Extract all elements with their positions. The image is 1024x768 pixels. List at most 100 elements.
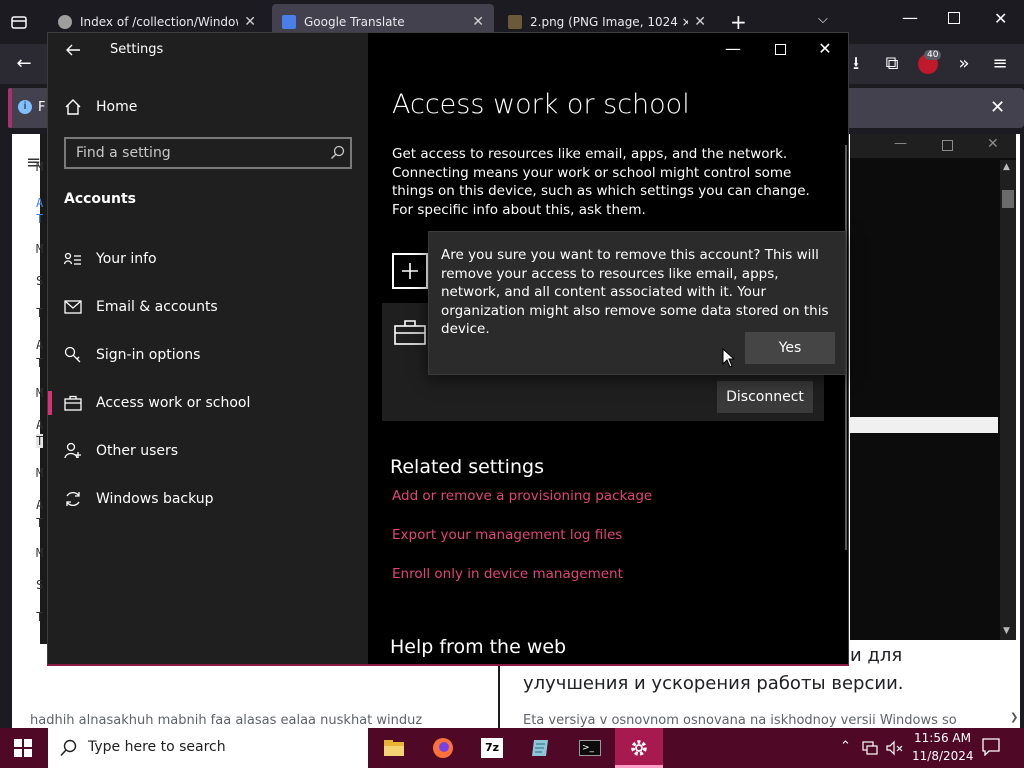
- tab-overview-icon[interactable]: [10, 13, 28, 31]
- related-settings-title: Related settings: [390, 456, 544, 478]
- russian-text-line-1: и для: [850, 645, 903, 666]
- strip-letter: S: [36, 274, 44, 288]
- connect-plus-button[interactable]: [392, 253, 428, 289]
- firefox-icon[interactable]: [419, 728, 467, 768]
- close-notification-icon[interactable]: ✕: [990, 97, 1005, 118]
- close-tab-icon[interactable]: ✕: [244, 14, 256, 30]
- close-window-icon[interactable]: ✕: [802, 33, 848, 65]
- translate-favicon-icon: [282, 15, 296, 29]
- key-icon: [64, 346, 82, 364]
- nav-other-users[interactable]: Other users: [48, 427, 368, 475]
- gear-favicon-icon: [58, 15, 72, 29]
- strip-letter: M: [36, 242, 44, 256]
- new-tab-icon[interactable]: +: [730, 10, 747, 34]
- strip-letter: M: [36, 160, 44, 174]
- section-label-accounts: Accounts: [64, 191, 137, 207]
- find-setting-input[interactable]: Find a setting: [64, 137, 352, 169]
- console-minimize-icon[interactable]: —: [894, 136, 907, 151]
- active-indicator: [48, 391, 52, 415]
- back-arrow-icon[interactable]: ←: [12, 52, 36, 76]
- close-tab-icon[interactable]: ✕: [472, 14, 484, 30]
- settings-window-border-accent: [47, 664, 849, 666]
- notepad-icon[interactable]: [517, 728, 565, 768]
- page-description: Get access to resources like email, apps…: [392, 146, 810, 218]
- strip-letter: T: [36, 434, 44, 448]
- window-title: Settings: [110, 42, 164, 57]
- console-scrollbar[interactable]: [1000, 160, 1016, 640]
- briefcase-account-icon: [394, 319, 426, 349]
- nav-access-work-school[interactable]: Access work or school: [48, 379, 368, 427]
- strip-letter: M: [36, 546, 44, 560]
- tab-title: Google Translate: [304, 15, 405, 29]
- console-maximize-icon[interactable]: [942, 140, 953, 151]
- console-close-icon[interactable]: ✕: [987, 136, 999, 152]
- minimize-window-icon[interactable]: —: [710, 33, 756, 65]
- strip-letter: M: [36, 386, 44, 400]
- nav-sign-in-options[interactable]: Sign-in options: [48, 331, 368, 379]
- minimize-browser-icon[interactable]: —: [902, 8, 918, 27]
- plus-icon: [402, 263, 418, 279]
- strip-letter: A: [36, 498, 44, 512]
- info-icon: i: [18, 100, 32, 114]
- console-scroll-up-icon[interactable]: ▲: [1003, 162, 1010, 172]
- strip-letter: T: [36, 306, 44, 320]
- home-icon: [64, 98, 82, 116]
- close-tab-icon[interactable]: ✕: [694, 14, 706, 30]
- search-icon: [330, 145, 346, 165]
- strip-letter: T: [36, 356, 44, 370]
- strip-letter: S: [36, 578, 44, 592]
- file-explorer-icon[interactable]: [370, 728, 418, 768]
- maximize-window-icon[interactable]: [775, 44, 786, 55]
- 7zip-icon[interactable]: 7z: [468, 728, 516, 768]
- nav-label: Windows backup: [96, 491, 214, 507]
- hamburger-menu-icon[interactable]: ≡: [988, 52, 1012, 76]
- extensions-puzzle-icon[interactable]: ⧉: [880, 52, 904, 76]
- dialog-message: Are you sure you want to remove this acc…: [441, 247, 829, 338]
- settings-gear-icon[interactable]: [615, 728, 663, 768]
- taskbar-search-placeholder: Type here to search: [88, 739, 226, 755]
- russian-text-line-2: улучшения и ускорения работы версии.: [523, 673, 904, 694]
- volume-muted-icon[interactable]: [886, 740, 904, 760]
- page-scroll-down-icon[interactable]: ❯: [1010, 712, 1018, 723]
- back-arrow-icon[interactable]: [64, 41, 82, 59]
- nav-label: Your info: [96, 251, 157, 267]
- link-enroll-device-management[interactable]: Enroll only in device management: [392, 566, 623, 582]
- disconnect-button[interactable]: Disconnect: [717, 381, 813, 413]
- notification-accent: [8, 88, 12, 128]
- help-from-web-title: Help from the web: [390, 636, 567, 658]
- sync-icon: [64, 490, 82, 508]
- link-provisioning-package[interactable]: Add or remove a provisioning package: [392, 488, 652, 504]
- start-windows-icon[interactable]: [14, 739, 32, 761]
- nav-label: Sign-in options: [96, 347, 201, 363]
- tab-title: Index of /collection/Windows X: [80, 15, 238, 29]
- action-center-icon[interactable]: [982, 738, 1000, 760]
- remove-account-dialog: Are you sure you want to remove this acc…: [428, 231, 846, 375]
- console-scroll-down-icon[interactable]: ▼: [1003, 626, 1010, 636]
- nav-label: Email & accounts: [96, 299, 218, 315]
- arabic-translit-text: hadhih alnasakhuh mabnih faa alasas eala…: [30, 713, 423, 728]
- terminal-icon[interactable]: >_: [566, 728, 614, 768]
- close-browser-icon[interactable]: ✕: [994, 9, 1007, 28]
- search-placeholder: Find a setting: [76, 145, 171, 161]
- console-scroll-thumb[interactable]: [1002, 190, 1014, 208]
- notification-text: F: [38, 100, 46, 115]
- taskbar-search-box[interactable]: Type here to search: [48, 728, 368, 768]
- list-tabs-chevron-icon[interactable]: ⌵: [818, 12, 828, 27]
- nav-email-accounts[interactable]: Email & accounts: [48, 283, 368, 331]
- person-add-icon: [64, 442, 82, 460]
- show-hidden-icons-chevron-icon[interactable]: ⌃: [840, 739, 851, 754]
- clock-date[interactable]: 11/8/2024: [912, 749, 974, 763]
- strip-letter: T: [36, 610, 44, 624]
- overflow-chevron-icon[interactable]: »: [952, 52, 976, 76]
- strip-letter: A: [36, 338, 44, 352]
- link-export-management-log[interactable]: Export your management log files: [392, 527, 622, 543]
- network-icon[interactable]: [862, 740, 878, 760]
- translit-text-line: Eta versiya v osnovnom osnovana na iskho…: [523, 713, 957, 728]
- nav-home[interactable]: Home: [48, 83, 368, 131]
- nav-windows-backup[interactable]: Windows backup: [48, 475, 368, 523]
- yes-button[interactable]: Yes: [745, 332, 835, 364]
- clock-time[interactable]: 11:56 AM: [914, 731, 971, 745]
- settings-sidebar: Settings Home Find a setting Accounts Yo…: [48, 33, 368, 665]
- nav-your-info[interactable]: Your info: [48, 235, 368, 283]
- restore-browser-icon[interactable]: [948, 12, 960, 24]
